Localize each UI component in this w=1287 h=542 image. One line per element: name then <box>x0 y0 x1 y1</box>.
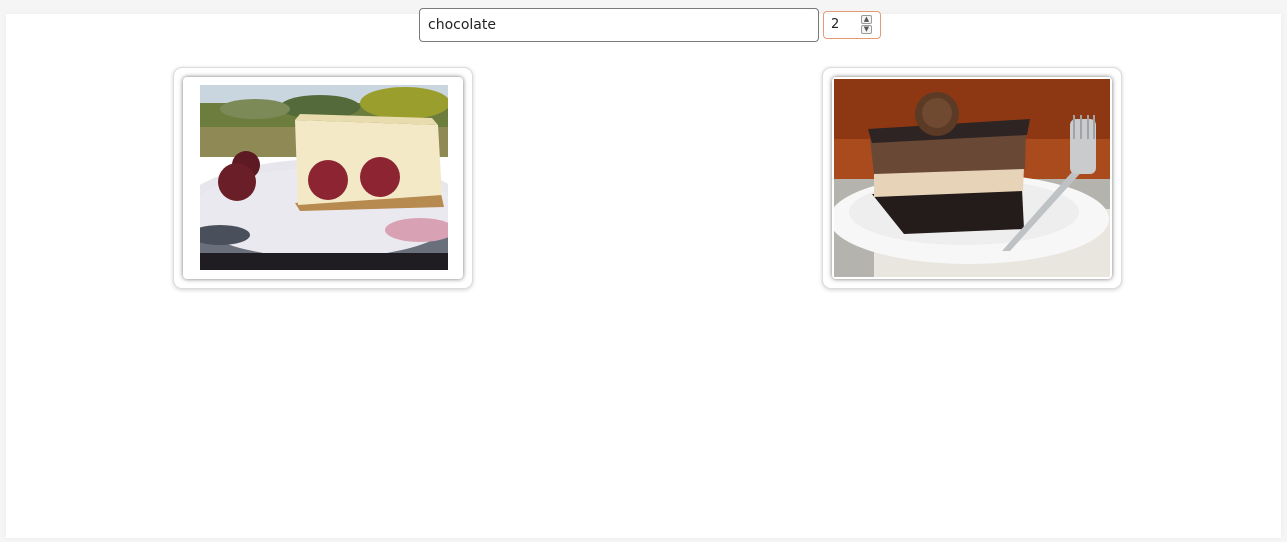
chocolate-dessert-photo <box>834 79 1110 277</box>
cheesecake-photo <box>200 85 448 270</box>
result-image-frame <box>183 77 463 279</box>
tree-right <box>360 87 448 119</box>
tree-left <box>220 99 290 119</box>
search-input[interactable] <box>419 8 819 42</box>
result-count-stepper[interactable]: 2 ▲ ▼ <box>823 11 881 39</box>
cherry-in-cake <box>360 157 400 197</box>
table-shadow <box>200 253 448 270</box>
result-image-frame <box>832 77 1112 279</box>
result-count-value: 2 <box>831 17 840 32</box>
chevron-up-icon[interactable]: ▲ <box>861 15 872 24</box>
chevron-down-icon[interactable]: ▼ <box>861 25 872 34</box>
result-card[interactable] <box>822 67 1122 289</box>
cherry <box>218 163 256 201</box>
cherry-in-cake <box>308 160 348 200</box>
page: 2 ▲ ▼ <box>0 0 1287 542</box>
result-card[interactable] <box>173 67 473 289</box>
peanut-butter-cup-top <box>922 98 952 128</box>
